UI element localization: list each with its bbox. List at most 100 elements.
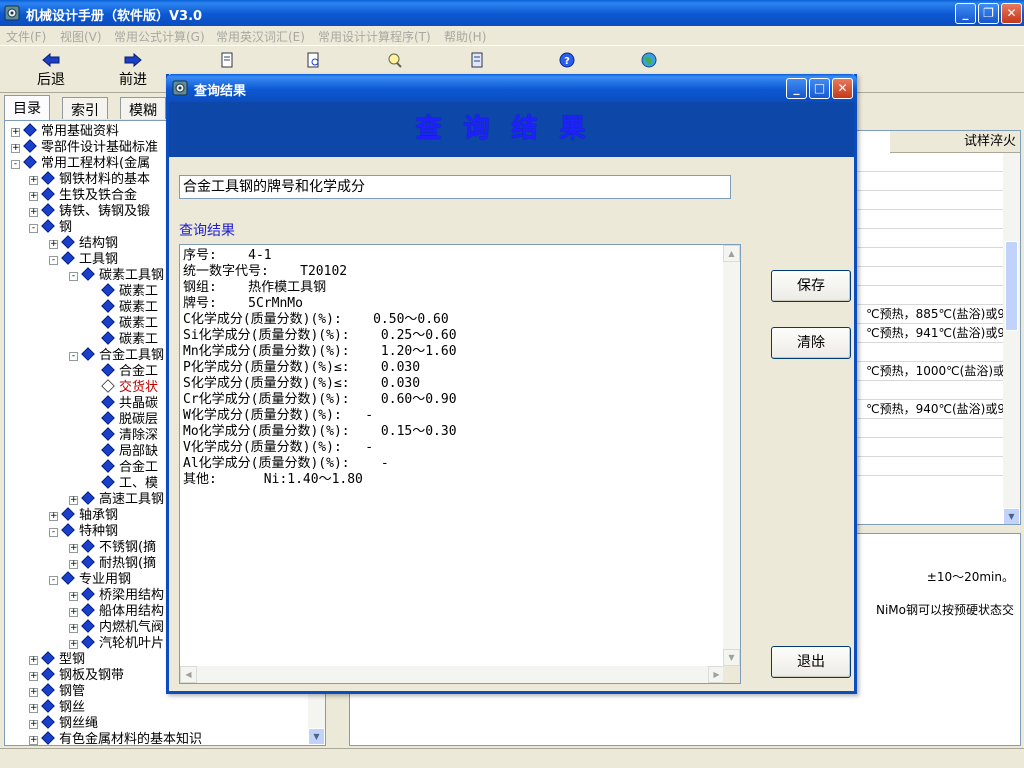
tree-item[interactable]: + 船体用结构: [69, 603, 164, 620]
tree-item[interactable]: + 钢丝: [29, 699, 85, 716]
tree-item[interactable]: - 特种钢: [49, 523, 118, 540]
collapse-icon[interactable]: -: [49, 256, 58, 265]
table-scrollbar[interactable]: ▼: [1003, 153, 1020, 524]
expand-icon[interactable]: +: [69, 496, 78, 505]
menu-file[interactable]: 文件(F): [6, 28, 46, 45]
tree-item[interactable]: + 不锈钢(摘: [69, 539, 156, 556]
tree-item[interactable]: + 型钢: [29, 651, 85, 668]
dialog-close-button[interactable]: ✕: [832, 78, 853, 99]
scroll-thumb[interactable]: [1005, 241, 1018, 331]
restore-button[interactable]: ❐: [978, 3, 999, 24]
scroll-left-arrow[interactable]: ◀: [180, 666, 197, 683]
tab-index[interactable]: 索引: [62, 97, 108, 119]
tree-item[interactable]: - 碳素工具钢: [69, 267, 164, 284]
tree-item[interactable]: 清除深: [89, 427, 158, 444]
back-button[interactable]: 后退: [14, 50, 88, 90]
forward-button[interactable]: 前进: [96, 50, 170, 90]
minimize-button[interactable]: _: [955, 3, 976, 24]
menu-formula[interactable]: 常用公式计算(G): [114, 28, 205, 45]
tree-item[interactable]: + 汽轮机叶片: [69, 635, 164, 652]
expand-icon[interactable]: +: [49, 240, 58, 249]
tree-item[interactable]: + 内燃机气阀: [69, 619, 164, 636]
tree-item[interactable]: 碳素工: [89, 299, 158, 316]
scroll-down-arrow[interactable]: ▼: [308, 728, 325, 745]
tree-item[interactable]: 碳素工: [89, 331, 158, 348]
close-button[interactable]: ✕: [1001, 3, 1022, 24]
expand-icon[interactable]: +: [29, 672, 38, 681]
tree-item[interactable]: 碳素工: [89, 315, 158, 332]
tree-item[interactable]: -钢: [29, 219, 72, 236]
menu-help[interactable]: 帮助(H): [444, 28, 486, 45]
menu-view[interactable]: 视图(V): [60, 28, 102, 45]
tree-item[interactable]: + 常用基础资料: [11, 123, 119, 140]
tree-item[interactable]: 碳素工: [89, 283, 158, 300]
tree-item[interactable]: + 轴承钢: [49, 507, 118, 524]
tree-item[interactable]: + 生铁及铁合金: [29, 187, 137, 204]
tree-item[interactable]: + 铸铁、铸钢及锻: [29, 203, 150, 220]
expand-icon[interactable]: +: [29, 704, 38, 713]
scroll-up-arrow[interactable]: ▲: [723, 245, 740, 262]
book-icon: [101, 299, 115, 313]
result-textarea[interactable]: 序号: 4-1 统一数字代号: T20102 钢组: 热作模工具钢 牌号: 5CrMn…: [179, 244, 741, 684]
expand-icon[interactable]: +: [11, 144, 20, 153]
expand-icon[interactable]: +: [29, 736, 38, 745]
scroll-down-arrow[interactable]: ▼: [1003, 508, 1020, 524]
tree-item[interactable]: - 专业用钢: [49, 571, 131, 588]
menu-programs[interactable]: 常用设计计算程序(T): [318, 28, 431, 45]
expand-icon[interactable]: +: [69, 608, 78, 617]
tree-item[interactable]: + 钢铁材料的基本: [29, 171, 150, 188]
collapse-icon[interactable]: -: [11, 160, 20, 169]
tree-item[interactable]: + 高速工具钢: [69, 491, 164, 508]
tree-item[interactable]: 合金工: [89, 363, 158, 380]
tree-item[interactable]: 局部缺: [89, 443, 158, 460]
tree-item[interactable]: + 耐热钢(摘: [69, 555, 156, 572]
expand-icon[interactable]: +: [69, 640, 78, 649]
result-line: Mn化学成分(质量分数)(%): 1.20～1.60: [183, 344, 457, 359]
tree-item[interactable]: 脱碳层: [89, 411, 158, 428]
result-vertical-scrollbar[interactable]: ▲ ▼: [723, 245, 740, 666]
expand-icon[interactable]: +: [29, 656, 38, 665]
book-icon: [101, 459, 115, 473]
collapse-icon[interactable]: -: [49, 528, 58, 537]
expand-icon[interactable]: +: [29, 688, 38, 697]
tree-item[interactable]: + 桥梁用结构: [69, 587, 164, 604]
expand-icon[interactable]: +: [29, 176, 38, 185]
expand-icon[interactable]: +: [29, 208, 38, 217]
tree-item[interactable]: 交货状: [89, 379, 158, 396]
tree-item[interactable]: - 合金工具钢: [69, 347, 164, 364]
dialog-maximize-button[interactable]: □: [809, 78, 830, 99]
expand-icon[interactable]: +: [69, 592, 78, 601]
dialog-minimize-button[interactable]: _: [786, 78, 807, 99]
tab-contents[interactable]: 目录: [4, 95, 50, 120]
tree-item[interactable]: - 常用工程材料(金属: [11, 155, 150, 172]
result-horizontal-scrollbar[interactable]: ◀ ▶: [180, 666, 725, 683]
collapse-icon[interactable]: -: [29, 224, 38, 233]
tree-item[interactable]: + 钢板及钢带: [29, 667, 124, 684]
exit-button[interactable]: 退出: [771, 646, 851, 678]
tree-item[interactable]: + 钢管: [29, 683, 85, 700]
collapse-icon[interactable]: -: [69, 352, 78, 361]
expand-icon[interactable]: +: [49, 512, 58, 521]
collapse-icon[interactable]: -: [49, 576, 58, 585]
expand-icon[interactable]: +: [29, 192, 38, 201]
tree-item[interactable]: 合金工: [89, 459, 158, 476]
tree-item[interactable]: 共晶碳: [89, 395, 158, 412]
clear-button[interactable]: 清除: [771, 327, 851, 359]
scroll-down-arrow[interactable]: ▼: [723, 649, 740, 666]
expand-icon[interactable]: +: [69, 544, 78, 553]
save-button[interactable]: 保存: [771, 270, 851, 302]
expand-icon[interactable]: +: [29, 720, 38, 729]
collapse-icon[interactable]: -: [69, 272, 78, 281]
tree-item[interactable]: 工、模: [89, 475, 158, 492]
expand-icon[interactable]: +: [69, 624, 78, 633]
tree-item[interactable]: + 钢丝绳: [29, 715, 98, 732]
expand-icon[interactable]: +: [11, 128, 20, 137]
tree-item[interactable]: + 有色金属材料的基本知识: [29, 731, 202, 745]
tree-item[interactable]: - 工具钢: [49, 251, 118, 268]
query-field[interactable]: 合金工具钢的牌号和化学成分: [179, 175, 731, 199]
tree-item[interactable]: + 结构钢: [49, 235, 118, 252]
menu-dictionary[interactable]: 常用英汉词汇(E): [216, 28, 305, 45]
expand-icon[interactable]: +: [69, 560, 78, 569]
tab-fuzzy[interactable]: 模糊: [120, 97, 166, 119]
tree-item[interactable]: + 零部件设计基础标准: [11, 139, 158, 156]
